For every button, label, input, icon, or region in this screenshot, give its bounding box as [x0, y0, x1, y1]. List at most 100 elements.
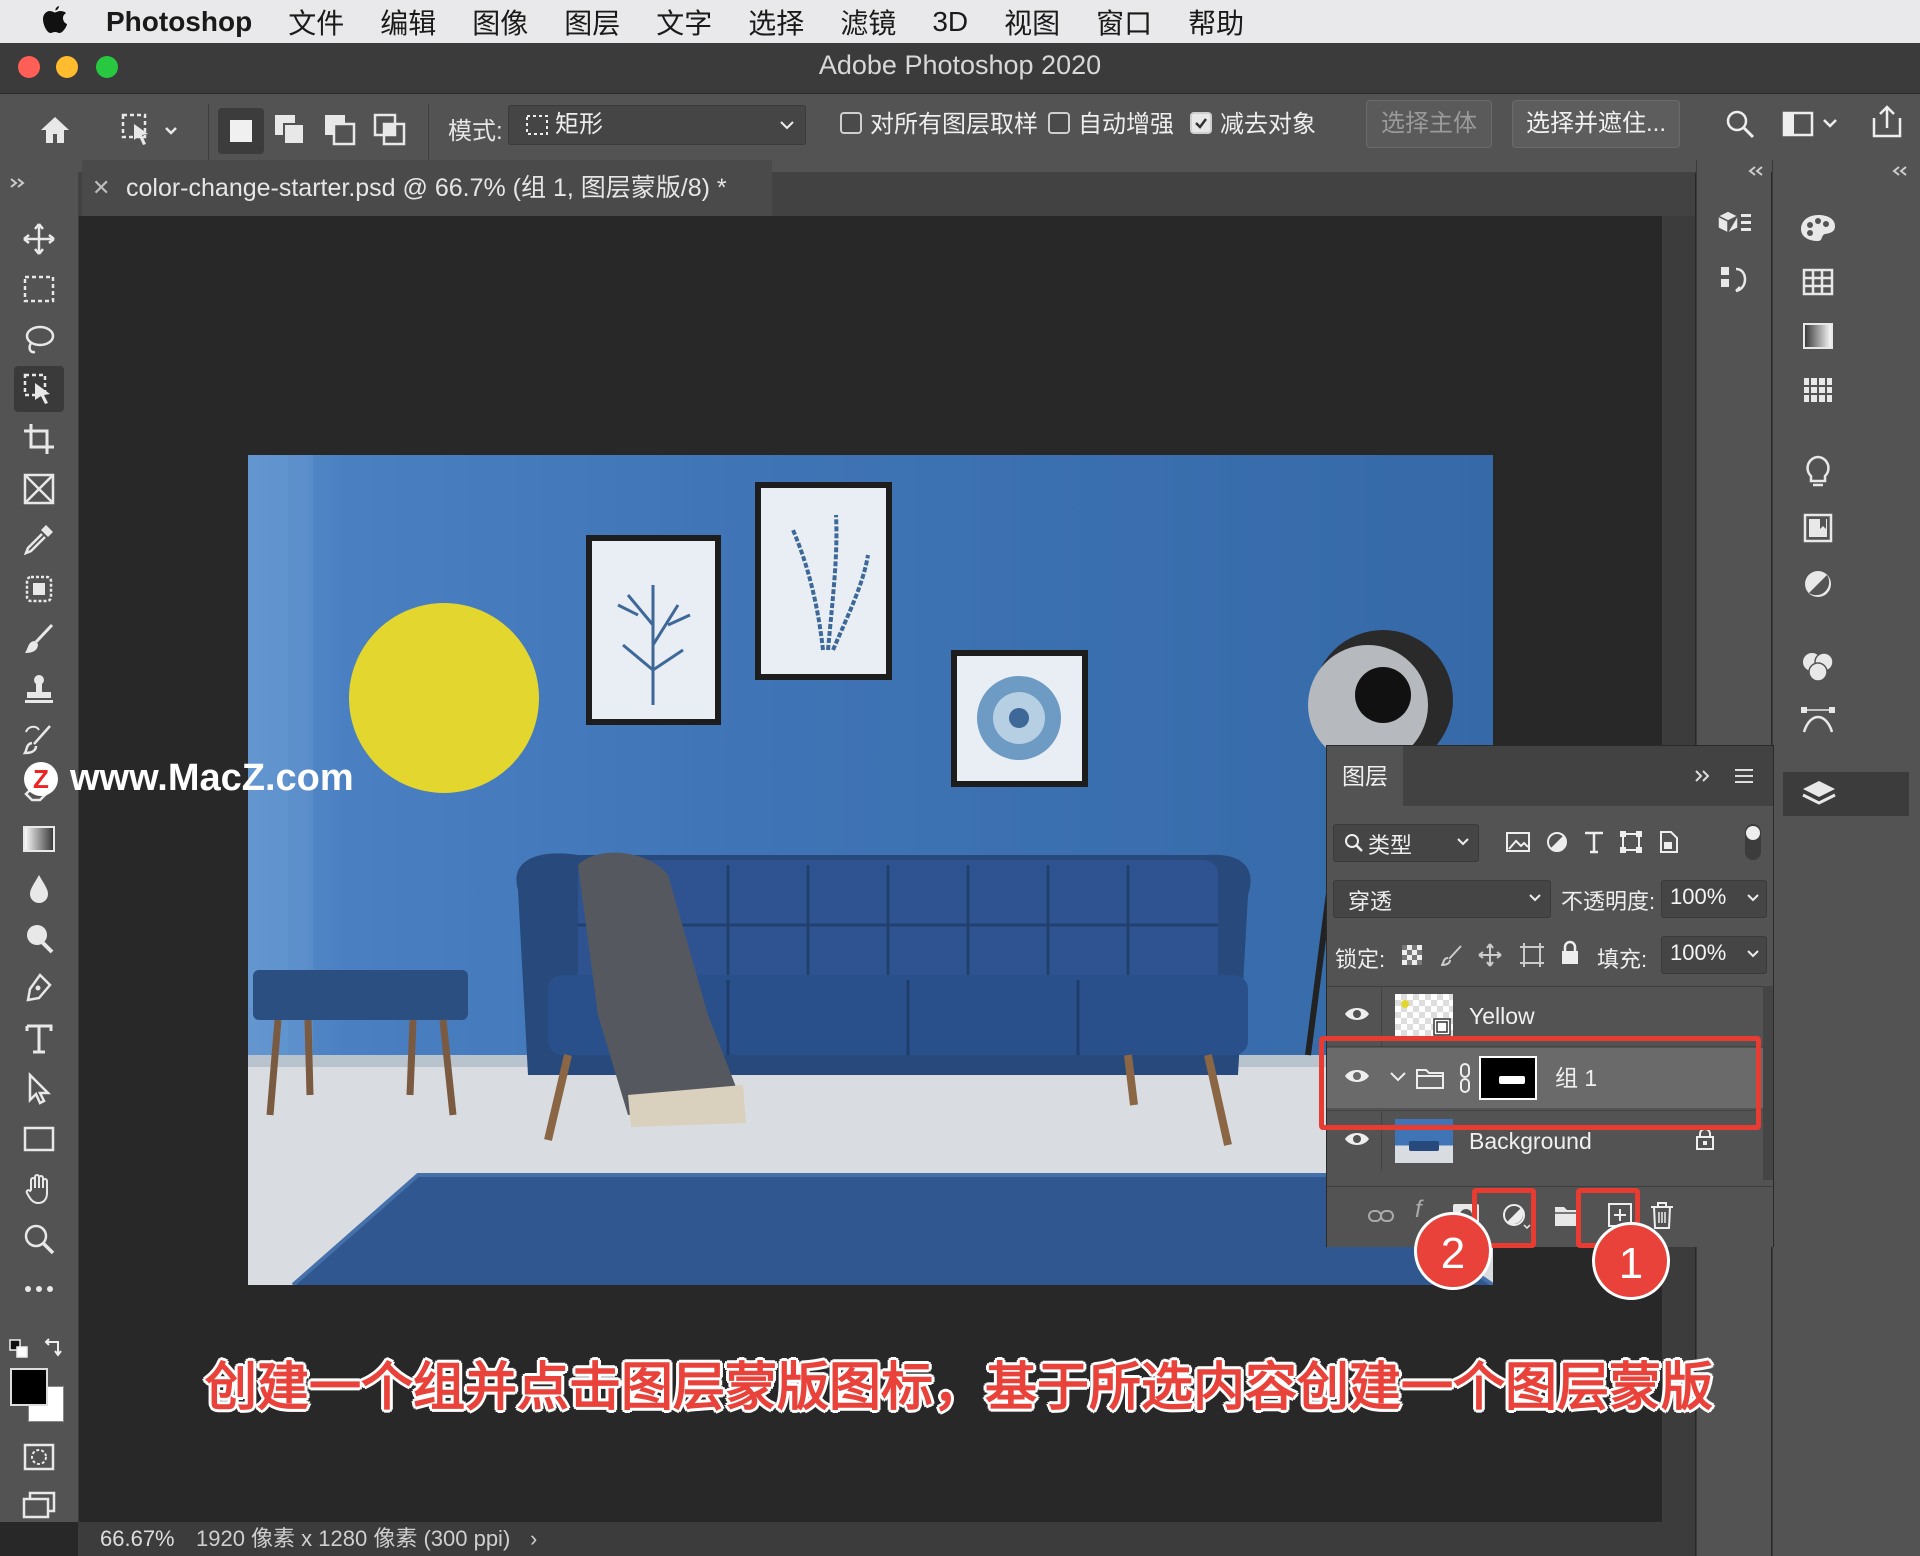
hand-tool[interactable] — [14, 1166, 64, 1212]
new-selection-icon[interactable] — [218, 108, 264, 154]
history-brush-tool[interactable] — [14, 716, 64, 762]
object-selection-tool[interactable] — [14, 366, 64, 412]
menu-layer[interactable]: 图层 — [564, 2, 620, 42]
pen-tool[interactable] — [14, 966, 64, 1012]
layers-tab[interactable]: 图层 — [1327, 746, 1403, 806]
layer-filter-select[interactable]: 类型 — [1333, 824, 1479, 862]
blend-mode-select[interactable]: 穿透 — [1333, 880, 1551, 918]
document-info[interactable]: 1920 像素 x 1280 像素 (300 ppi) — [196, 1522, 510, 1556]
lock-position-icon[interactable] — [1477, 942, 1503, 968]
learn-panel-button[interactable] — [1793, 450, 1843, 494]
lock-artboard-icon[interactable] — [1519, 942, 1545, 968]
panel-menu-icon[interactable] — [1733, 768, 1755, 784]
collapse-dock-icon[interactable] — [1891, 164, 1909, 178]
document-tab[interactable]: ✕ color-change-starter.psd @ 66.7% (组 1,… — [82, 160, 772, 216]
layer-list-scrollbar[interactable] — [1763, 986, 1773, 1180]
menu-filter[interactable]: 滤镜 — [840, 2, 896, 42]
menu-type[interactable]: 文字 — [656, 2, 712, 42]
menu-app-name[interactable]: Photoshop — [106, 6, 252, 38]
brush-tool[interactable] — [14, 616, 64, 662]
crop-tool[interactable] — [14, 416, 64, 462]
paths-panel-button[interactable] — [1715, 260, 1755, 300]
subtract-object-checkbox[interactable] — [1190, 112, 1212, 134]
filter-smart-object-icon[interactable] — [1657, 830, 1679, 854]
intersect-selection-icon[interactable] — [372, 112, 408, 148]
3d-panel-button[interactable] — [1715, 204, 1755, 244]
sample-all-layers-checkbox[interactable] — [840, 112, 862, 134]
patterns-panel-button[interactable] — [1793, 370, 1843, 410]
delete-layer-icon[interactable] — [1649, 1200, 1675, 1230]
swap-colors-icon[interactable] — [42, 1338, 64, 1360]
gradient-tool[interactable] — [14, 816, 64, 862]
rectangle-tool[interactable] — [14, 1116, 64, 1162]
subtract-from-selection-icon[interactable] — [322, 112, 358, 148]
opacity-field[interactable]: 100% — [1661, 880, 1767, 918]
menu-select[interactable]: 选择 — [748, 2, 804, 42]
filter-shape-icon[interactable] — [1619, 830, 1643, 854]
menu-edit[interactable]: 编辑 — [380, 2, 436, 42]
lock-transparent-icon[interactable] — [1401, 944, 1423, 966]
visibility-eye-icon[interactable] — [1343, 1000, 1371, 1028]
collapse-panel-icon[interactable] — [1693, 768, 1713, 784]
auto-enhance-checkbox[interactable] — [1048, 112, 1070, 134]
collapse-panel-icon[interactable] — [8, 176, 28, 190]
filter-adjustment-icon[interactable] — [1545, 830, 1569, 854]
adjustments-panel-button[interactable] — [1793, 562, 1843, 606]
channels-panel-button[interactable] — [1793, 644, 1843, 688]
document-image[interactable] — [248, 455, 1493, 1285]
filter-pixel-icon[interactable] — [1505, 830, 1531, 854]
blur-tool[interactable] — [14, 866, 64, 912]
link-layers-icon[interactable] — [1367, 1206, 1395, 1226]
status-menu-chevron-icon[interactable]: › — [530, 1522, 537, 1556]
dodge-tool[interactable] — [14, 916, 64, 962]
apple-icon[interactable] — [40, 5, 70, 38]
lock-image-pixels-icon[interactable] — [1441, 944, 1463, 966]
menu-window[interactable]: 窗口 — [1096, 2, 1152, 42]
fill-field[interactable]: 100% — [1661, 936, 1767, 974]
healing-brush-tool[interactable] — [14, 566, 64, 612]
quick-mask-button[interactable] — [14, 1434, 64, 1480]
select-subject-button[interactable]: 选择主体 — [1366, 100, 1492, 148]
lock-all-icon[interactable] — [1559, 940, 1581, 966]
share-icon[interactable] — [1870, 104, 1904, 140]
gradients-panel-button[interactable] — [1793, 316, 1843, 356]
zoom-tool[interactable] — [14, 1216, 64, 1262]
menu-3d[interactable]: 3D — [932, 6, 968, 38]
move-tool[interactable] — [14, 216, 64, 262]
foreground-color-swatch[interactable] — [10, 1368, 48, 1406]
swatches-panel-button[interactable] — [1793, 262, 1843, 302]
search-icon[interactable] — [1724, 108, 1756, 140]
filter-type-icon[interactable] — [1583, 830, 1605, 854]
mode-select[interactable]: 矩形 — [508, 105, 806, 145]
eyedropper-tool[interactable] — [14, 516, 64, 562]
default-colors-icon[interactable] — [8, 1338, 30, 1360]
filter-toggle[interactable] — [1745, 824, 1761, 860]
lasso-tool[interactable] — [14, 316, 64, 362]
close-tab-icon[interactable]: ✕ — [92, 160, 110, 216]
clone-stamp-tool[interactable] — [14, 666, 64, 712]
workspace-icon[interactable] — [1782, 110, 1842, 140]
menu-help[interactable]: 帮助 — [1188, 2, 1244, 42]
zoom-level[interactable]: 66.67% — [100, 1522, 175, 1556]
more-tools[interactable] — [14, 1266, 64, 1312]
type-tool[interactable] — [14, 1016, 64, 1062]
menu-image[interactable]: 图像 — [472, 2, 528, 42]
fx-icon[interactable]: f — [1415, 1196, 1422, 1224]
home-icon[interactable] — [38, 114, 72, 146]
screen-mode-button[interactable] — [14, 1482, 64, 1528]
path-selection-tool[interactable] — [14, 1066, 64, 1112]
chevron-down-icon[interactable] — [1746, 893, 1760, 903]
frame-tool[interactable] — [14, 466, 64, 512]
marquee-tool[interactable] — [14, 266, 64, 312]
menu-view[interactable]: 视图 — [1004, 2, 1060, 42]
paths-panel-button-2[interactable] — [1793, 698, 1843, 742]
chevron-down-icon[interactable] — [1746, 949, 1760, 959]
libraries-panel-button[interactable] — [1793, 506, 1843, 550]
add-to-selection-icon[interactable] — [272, 112, 308, 148]
collapse-dock-icon[interactable] — [1747, 164, 1765, 178]
object-selection-tool-preset-icon[interactable] — [120, 112, 180, 150]
select-and-mask-button[interactable]: 选择并遮住... — [1512, 100, 1680, 148]
layers-panel-button[interactable] — [1783, 772, 1909, 816]
menu-file[interactable]: 文件 — [288, 2, 344, 42]
color-panel-button[interactable] — [1793, 208, 1843, 248]
